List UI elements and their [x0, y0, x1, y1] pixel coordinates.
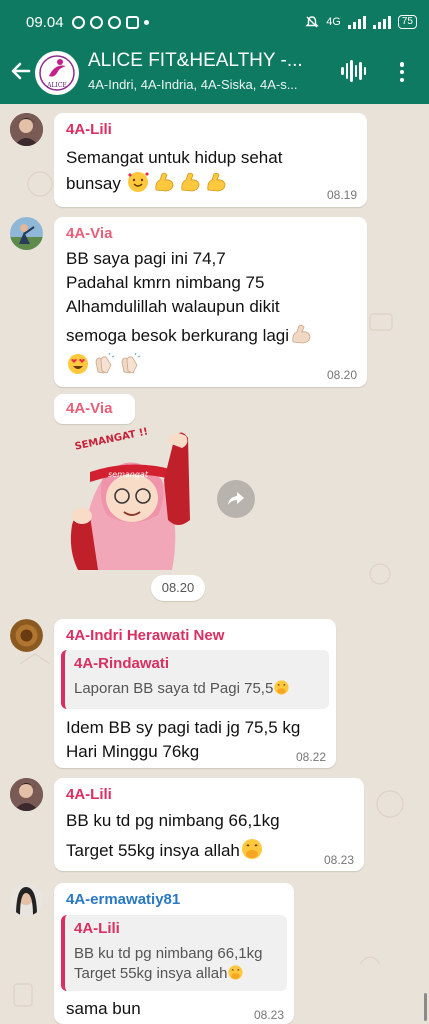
avatar-lili[interactable]: [10, 113, 43, 146]
flexed-biceps-emoji: [207, 172, 225, 192]
message-line: Semangat untuk hidup sehat: [66, 148, 283, 167]
quoted-text: Target 55kg insya allah: [74, 965, 228, 982]
back-arrow-icon[interactable]: [8, 58, 34, 84]
message-bubble[interactable]: 4A-Lili BB ku td pg nimbang 66,1kg Targe…: [54, 778, 364, 871]
quoted-message[interactable]: 4A-Rindawati Laporan BB saya td Pagi 75,…: [61, 650, 329, 709]
battery-icon: 75: [397, 15, 417, 29]
message-line: bunsay: [66, 174, 121, 193]
quoted-text-wrap: Target 55kg insya allah: [74, 963, 244, 984]
smiling-hearts-emoji: [127, 172, 149, 192]
avatar-via[interactable]: [10, 217, 43, 250]
flexed-biceps-emoji: [181, 172, 199, 192]
chat-header: ALICE ALICE FIT&HEALTHY -... 4A-Indri, 4…: [0, 44, 429, 104]
quoted-text: Laporan BB saya td Pagi 75,5: [74, 680, 274, 697]
heart-eyes-emoji: [68, 354, 88, 374]
voice-wave-icon[interactable]: [341, 60, 366, 82]
sender-name[interactable]: 4A-Via: [66, 400, 112, 417]
clapping-hands-emoji: [121, 352, 141, 374]
group-avatar[interactable]: ALICE: [35, 51, 79, 95]
message-bubble[interactable]: 4A-ermawatiy81 4A-Lili BB ku td pg nimba…: [54, 883, 294, 1024]
signal-icon-2: [372, 15, 391, 29]
message-time: 08.20: [326, 368, 357, 382]
message-time: 08.19: [326, 188, 357, 202]
face-hand-over-mouth-emoji: [274, 680, 289, 695]
avatar-photo: [10, 883, 43, 916]
message-line-wrap: Target 55kg insya allah: [66, 837, 280, 863]
face-hand-over-mouth-emoji: [228, 965, 244, 980]
status-bar: 09.04 4G 75: [0, 0, 429, 44]
group-title[interactable]: ALICE FIT&HEALTHY -...: [88, 50, 328, 72]
scroll-indicator[interactable]: [424, 993, 427, 1021]
message-line: Padahal kmrn nimbang 75: [66, 273, 265, 292]
sticker-banner-text: SEMANGAT !!: [74, 426, 149, 452]
quoted-sender: 4A-Rindawati: [74, 655, 170, 672]
forward-icon: [228, 492, 244, 505]
emoji-line: [66, 352, 315, 378]
avatar-photo: [10, 113, 43, 146]
message-line: semoga besok berkurang lagi: [66, 326, 290, 345]
avatar-indri[interactable]: [10, 619, 43, 652]
clapping-hands-emoji: [95, 352, 115, 374]
message-bubble[interactable]: 4A-Indri Herawati New 4A-Rindawati Lapor…: [54, 619, 336, 768]
message-time: 08.20: [151, 575, 205, 601]
mute-icon: [305, 16, 319, 28]
message-bubble[interactable]: 4A-Via BB saya pagi ini 74,7 Padahal kmr…: [54, 217, 367, 387]
message-text: BB saya pagi ini 74,7 Padahal kmrn nimba…: [66, 247, 315, 378]
whatsapp-notif-icon: [71, 15, 85, 29]
sender-name[interactable]: 4A-Lili: [66, 121, 112, 138]
message-line: Idem BB sy pagi tadi jg 75,5 kg: [66, 718, 301, 737]
sticker-headband-text: semangat: [108, 470, 149, 479]
message-time: 08.22: [295, 750, 326, 764]
message-line: BB saya pagi ini 74,7: [66, 249, 226, 268]
message-text: Idem BB sy pagi tadi jg 75,5 kg Hari Min…: [66, 716, 300, 764]
quoted-message[interactable]: 4A-Lili BB ku td pg nimbang 66,1kg Targe…: [61, 915, 287, 991]
message-bubble[interactable]: 4A-Lili Semangat untuk hidup sehat bunsa…: [54, 113, 367, 207]
avatar-lili[interactable]: [10, 778, 43, 811]
message-line-wrap: semoga besok berkurang lagi: [66, 322, 315, 348]
message-text: Semangat untuk hidup sehat bunsay: [66, 146, 282, 196]
network-type-label: 4G: [326, 16, 341, 28]
sender-name[interactable]: 4A-Via: [66, 225, 112, 242]
message-line: Hari Minggu 76kg: [66, 742, 200, 761]
face-hand-over-mouth-emoji: [241, 839, 262, 859]
message-text: BB ku td pg nimbang 66,1kg Target 55kg i…: [66, 809, 280, 863]
quoted-text-wrap: Laporan BB saya td Pagi 75,5: [74, 678, 290, 699]
gallery-notif-icon: [125, 15, 139, 29]
chat-area[interactable]: 4A-Lili Semangat untuk hidup sehat bunsa…: [0, 104, 429, 1024]
message-time: 08.23: [253, 1008, 284, 1022]
whatsapp-notif-icon-2: [89, 15, 103, 29]
quoted-sender: 4A-Lili: [74, 920, 120, 937]
forward-button[interactable]: [217, 480, 255, 518]
logo-text: ALICE: [46, 82, 67, 89]
avatar-ermawati[interactable]: [10, 883, 43, 916]
message-line-wrap: bunsay: [66, 170, 282, 196]
message-line: Target 55kg insya allah: [66, 841, 240, 860]
message-line: Alhamdulillah walaupun dikit: [66, 297, 280, 316]
more-vert-icon[interactable]: [396, 60, 408, 84]
status-time: 09.04: [26, 13, 64, 31]
chrome-notif-icon: [107, 15, 121, 29]
avatar-photo: [10, 619, 43, 652]
quoted-text: BB ku td pg nimbang 66,1kg: [74, 945, 263, 962]
sticker-image[interactable]: SEMANGAT !! semangat: [62, 420, 197, 575]
more-notif-dot-icon: [143, 19, 149, 25]
avatar-photo: [10, 778, 43, 811]
flexed-biceps-emoji: [292, 324, 311, 344]
group-members[interactable]: 4A-Indri, 4A-Indria, 4A-Siska, 4A-s...: [88, 77, 324, 92]
message-text: sama bun: [66, 999, 141, 1018]
message-line: BB ku td pg nimbang 66,1kg: [66, 811, 280, 830]
sender-name[interactable]: 4A-Indri Herawati New: [66, 627, 224, 644]
group-logo-icon: ALICE: [39, 55, 75, 91]
notification-icons: [71, 15, 149, 29]
signal-icon: [347, 15, 366, 29]
message-time: 08.23: [323, 853, 354, 867]
flexed-biceps-emoji: [155, 172, 173, 192]
sender-name[interactable]: 4A-Lili: [66, 786, 112, 803]
sender-name[interactable]: 4A-ermawatiy81: [66, 891, 180, 908]
avatar-photo: [10, 217, 43, 250]
